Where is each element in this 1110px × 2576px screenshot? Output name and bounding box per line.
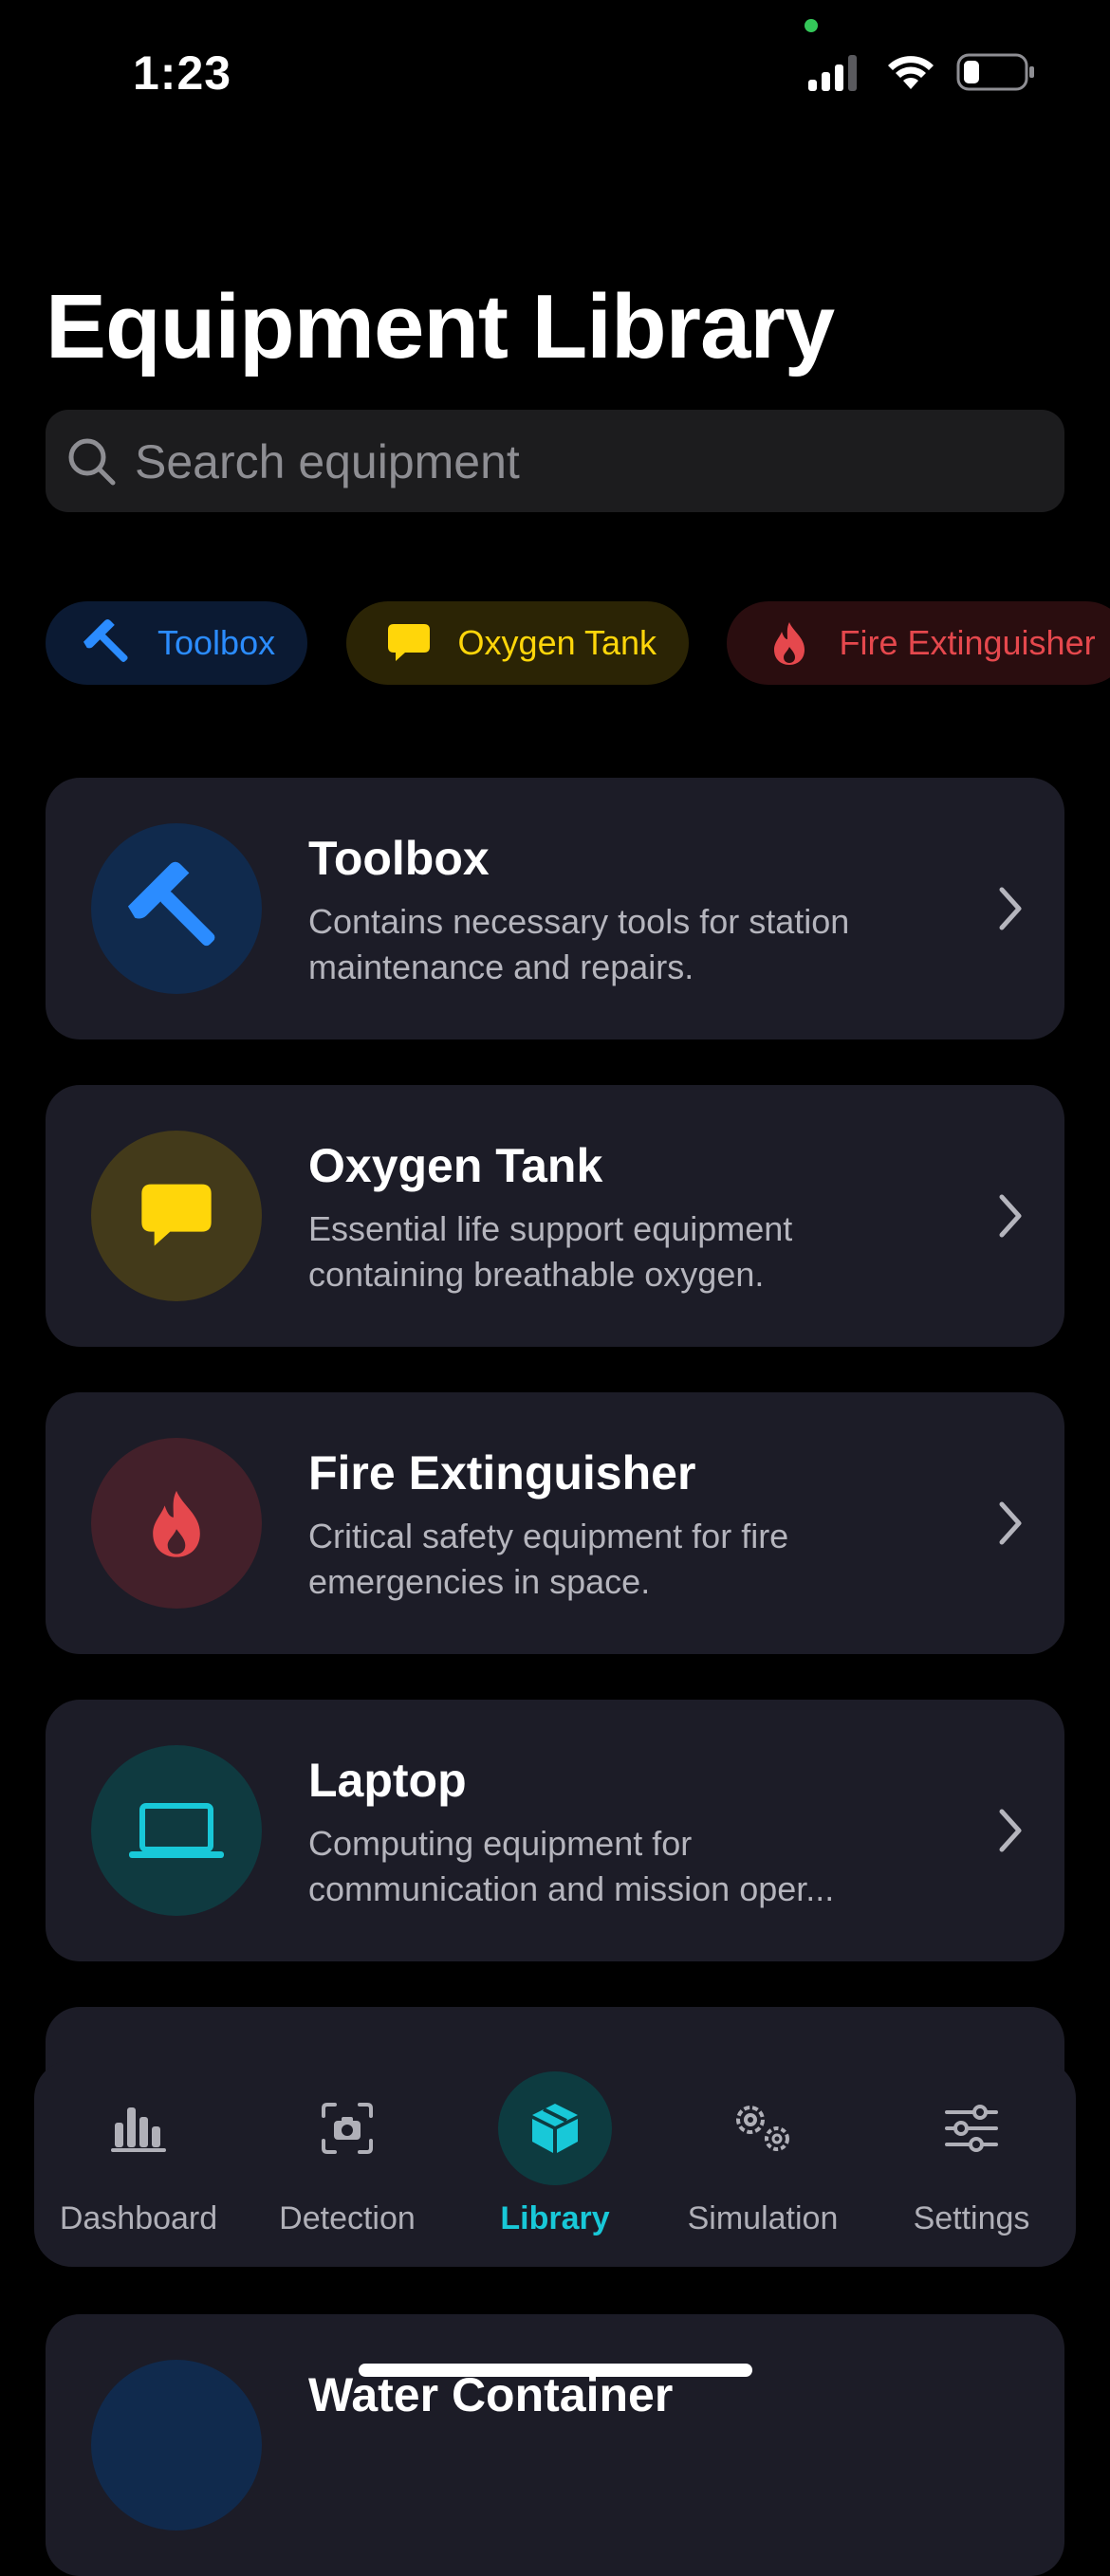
equipment-description: Contains necessary tools for station mai… <box>308 902 850 986</box>
status-time: 1:23 <box>133 46 232 100</box>
tab-label: Settings <box>913 2200 1030 2236</box>
battery-icon <box>956 53 1034 91</box>
equipment-name: Fire Extinguisher <box>308 1446 696 1500</box>
chip-label: Toolbox <box>157 623 276 662</box>
filter-chips: Toolbox Oxygen Tank Fire Extinguisher <box>46 601 1110 685</box>
equipment-card-water-container[interactable]: Water Container <box>46 2314 1064 2576</box>
water-icon <box>91 2360 262 2530</box>
home-indicator[interactable] <box>359 2364 752 2377</box>
chip-fire-extinguisher[interactable]: Fire Extinguisher <box>727 601 1110 685</box>
search-input[interactable] <box>133 410 1028 514</box>
equipment-name: Toolbox <box>308 832 490 885</box>
chip-oxygen-tank[interactable]: Oxygen Tank <box>345 601 690 685</box>
chip-label: Oxygen Tank <box>457 623 657 662</box>
flame-icon <box>761 615 818 672</box>
bar-chart-icon <box>82 2071 195 2185</box>
speech-bubble-icon <box>380 615 437 672</box>
equipment-card-toolbox[interactable]: Toolbox Contains necessary tools for sta… <box>46 778 1064 1040</box>
chevron-right-icon <box>999 887 1022 930</box>
cube-icon <box>498 2071 612 2185</box>
equipment-card-laptop[interactable]: Laptop Computing equipment for communica… <box>46 1700 1064 1961</box>
hammer-icon <box>91 823 262 994</box>
camera-scan-icon <box>290 2071 404 2185</box>
status-bar: 1:23 <box>0 0 1110 142</box>
tab-simulation[interactable]: Simulation <box>658 2060 867 2267</box>
search-icon <box>68 438 116 486</box>
equipment-description: Critical safety equipment for fire emerg… <box>308 1517 789 1601</box>
page-title: Equipment Library <box>46 276 835 377</box>
gears-icon <box>706 2071 820 2185</box>
equipment-name: Oxygen Tank <box>308 1139 603 1192</box>
chevron-right-icon <box>999 1809 1022 1852</box>
equipment-card-oxygen-tank[interactable]: Oxygen Tank Essential life support equip… <box>46 1085 1064 1347</box>
equipment-description: Computing equipment for communication an… <box>308 1824 835 1908</box>
tab-label: Dashboard <box>59 2200 218 2236</box>
tab-detection[interactable]: Detection <box>243 2060 452 2267</box>
equipment-description: Essential life support equipment contain… <box>308 1209 793 1294</box>
tab-dashboard[interactable]: Dashboard <box>34 2060 243 2267</box>
chevron-right-icon <box>999 1501 1022 1545</box>
laptop-icon <box>91 1745 262 1916</box>
hammer-icon <box>80 615 137 672</box>
search-bar[interactable] <box>46 410 1064 514</box>
chip-toolbox[interactable]: Toolbox <box>46 601 308 685</box>
sliders-icon <box>915 2071 1028 2185</box>
tab-label: Library <box>500 2200 610 2236</box>
tab-library[interactable]: Library <box>451 2060 659 2267</box>
flame-icon <box>91 1438 262 1609</box>
camera-indicator-dot <box>805 19 818 32</box>
equipment-card-fire-extinguisher[interactable]: Fire Extinguisher Critical safety equipm… <box>46 1392 1064 1654</box>
tab-bar: Dashboard Detection Library Simulation S… <box>34 2060 1076 2267</box>
speech-bubble-icon <box>91 1131 262 1301</box>
tab-label: Detection <box>279 2200 416 2236</box>
chip-label: Fire Extinguisher <box>839 623 1096 662</box>
wifi-icon <box>888 56 934 89</box>
cellular-signal-icon <box>808 55 857 91</box>
tab-settings[interactable]: Settings <box>867 2060 1076 2267</box>
tab-label: Simulation <box>687 2200 839 2236</box>
equipment-name: Laptop <box>308 1754 467 1807</box>
chevron-right-icon <box>999 1194 1022 1238</box>
